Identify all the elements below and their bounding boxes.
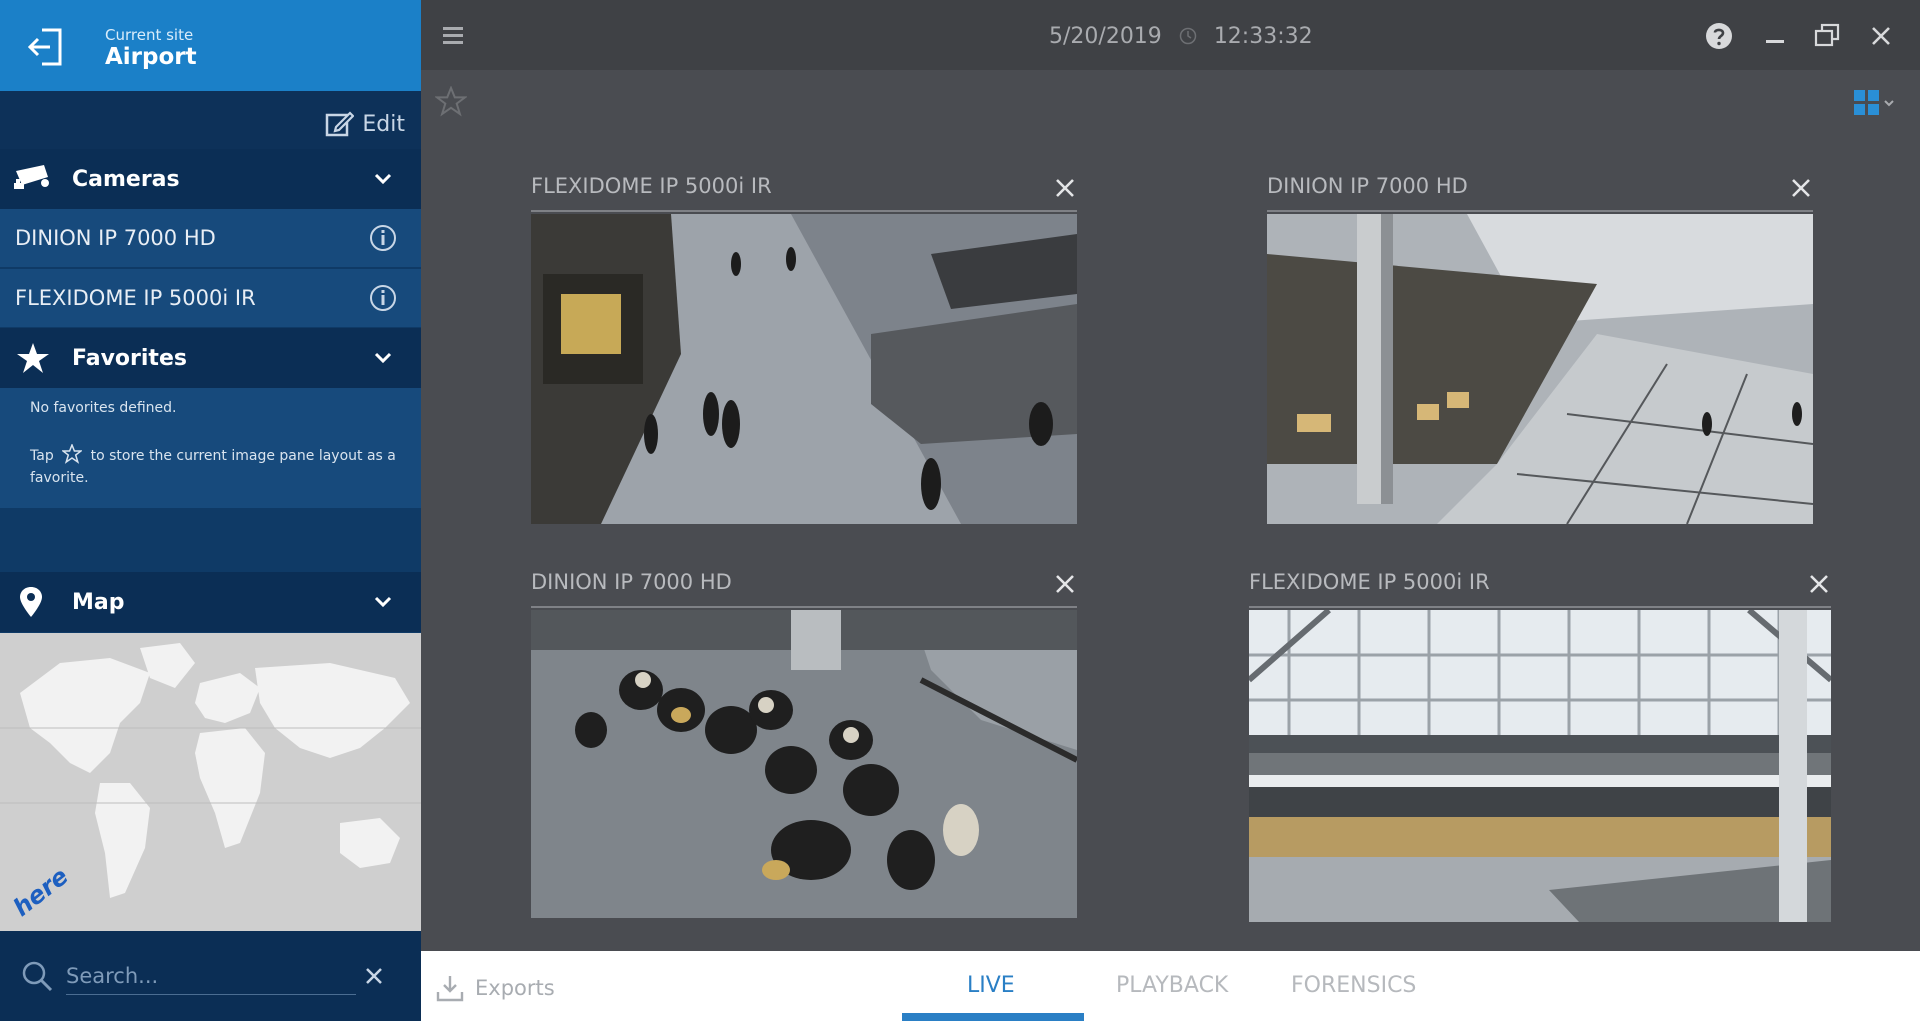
search-bar xyxy=(0,931,421,1021)
camera-video-feed[interactable] xyxy=(531,610,1077,918)
edit-button[interactable]: Edit xyxy=(324,109,405,139)
chevron-down-icon xyxy=(374,173,392,185)
camera-video-image xyxy=(531,214,1077,524)
site-name: Airport xyxy=(105,44,197,70)
restore-icon[interactable] xyxy=(1813,22,1841,50)
camera-list-item-label: DINION IP 7000 HD xyxy=(15,226,216,250)
camera-list-item-label: FLEXIDOME IP 5000i IR xyxy=(15,286,256,310)
chevron-down-icon xyxy=(374,596,392,608)
edit-icon xyxy=(326,111,355,137)
camera-video-feed[interactable] xyxy=(531,214,1077,524)
site-header[interactable]: Current site Airport xyxy=(0,0,421,91)
date-text: 5/20/2019 xyxy=(1049,24,1162,49)
minimize-icon[interactable] xyxy=(1761,22,1789,50)
search-input[interactable] xyxy=(66,957,356,995)
chevron-down-icon xyxy=(374,352,392,364)
info-icon[interactable] xyxy=(369,224,397,252)
close-pane-icon[interactable] xyxy=(1789,176,1813,200)
info-icon[interactable] xyxy=(369,284,397,312)
time-text: 12:33:32 xyxy=(1213,24,1313,49)
image-pane-divider xyxy=(1249,606,1831,608)
datetime-display: 5/20/2019 12:33:32 xyxy=(1049,24,1313,49)
layout-grid-icon[interactable] xyxy=(1852,88,1896,118)
favorites-hint-suffix: to store the current image pane layout a… xyxy=(30,448,396,486)
clear-search-icon[interactable] xyxy=(363,965,385,987)
image-pane-divider xyxy=(531,606,1077,608)
menu-icon[interactable] xyxy=(441,24,465,46)
image-pane: FLEXIDOME IP 5000i IR xyxy=(531,174,1077,524)
close-pane-icon[interactable] xyxy=(1807,572,1831,596)
exports-button[interactable]: Exports xyxy=(435,973,555,1003)
camera-icon xyxy=(14,165,49,189)
camera-video-feed[interactable] xyxy=(1249,610,1831,922)
top-bar: 5/20/2019 12:33:32 xyxy=(421,0,1920,70)
image-pane-title: DINION IP 7000 HD xyxy=(1267,174,1468,198)
sidebar: Current site Airport Edit Cameras DINION… xyxy=(0,0,421,1021)
site-caption: Current site xyxy=(105,26,194,44)
camera-video-image xyxy=(1267,214,1813,524)
camera-video-image xyxy=(531,610,1077,918)
tab-playback[interactable]: PLAYBACK xyxy=(1116,973,1228,998)
cameras-section-header[interactable]: Cameras xyxy=(0,149,421,209)
camera-list-item[interactable]: FLEXIDOME IP 5000i IR xyxy=(0,269,421,327)
exports-label: Exports xyxy=(475,976,555,1000)
exit-site-icon[interactable] xyxy=(26,26,66,68)
tab-live[interactable]: LIVE xyxy=(967,973,1015,998)
favorites-section-label: Favorites xyxy=(72,345,187,371)
search-icon xyxy=(22,961,53,992)
add-favorite-star-icon[interactable] xyxy=(435,86,467,118)
edit-row: Edit xyxy=(0,91,421,149)
camera-video-image xyxy=(1249,610,1831,922)
image-pane: DINION IP 7000 HD xyxy=(531,570,1077,918)
image-pane-divider xyxy=(1267,210,1813,212)
image-pane: FLEXIDOME IP 5000i IR xyxy=(1249,570,1831,922)
clock-icon xyxy=(1179,27,1197,45)
image-pane-title: DINION IP 7000 HD xyxy=(531,570,732,594)
close-pane-icon[interactable] xyxy=(1053,176,1077,200)
help-icon[interactable] xyxy=(1705,22,1733,50)
camera-list-item[interactable]: DINION IP 7000 HD xyxy=(0,209,421,267)
close-window-icon[interactable] xyxy=(1867,22,1895,50)
favorites-hint: Tap to store the current image pane layo… xyxy=(30,444,400,489)
camera-video-feed[interactable] xyxy=(1267,214,1813,524)
favorites-hint-prefix: Tap xyxy=(30,448,54,464)
map-section-label: Map xyxy=(72,589,125,615)
tab-forensics[interactable]: FORENSICS xyxy=(1291,973,1416,998)
bottom-bar: Exports LIVE PLAYBACK FORENSICS xyxy=(421,951,1920,1021)
favorites-empty-text: No favorites defined. xyxy=(30,400,177,416)
edit-label: Edit xyxy=(362,111,405,137)
cameras-section-label: Cameras xyxy=(72,166,180,192)
map-section-header[interactable]: Map xyxy=(0,572,421,632)
image-pane-title: FLEXIDOME IP 5000i IR xyxy=(531,174,772,198)
map-pin-icon xyxy=(20,587,42,617)
world-map[interactable]: here xyxy=(0,633,421,931)
image-pane-toolbar xyxy=(421,70,1920,130)
star-filled-icon xyxy=(17,343,49,373)
download-icon xyxy=(436,976,464,1002)
active-tab-indicator xyxy=(902,1013,1084,1021)
favorites-body: No favorites defined. Tap to store the c… xyxy=(0,388,421,508)
favorites-section-header[interactable]: Favorites xyxy=(0,328,421,388)
close-pane-icon[interactable] xyxy=(1053,572,1077,596)
image-pane-divider xyxy=(531,210,1077,212)
image-pane: DINION IP 7000 HD xyxy=(1267,174,1813,524)
image-pane-title: FLEXIDOME IP 5000i IR xyxy=(1249,570,1490,594)
star-outline-icon xyxy=(62,444,83,464)
